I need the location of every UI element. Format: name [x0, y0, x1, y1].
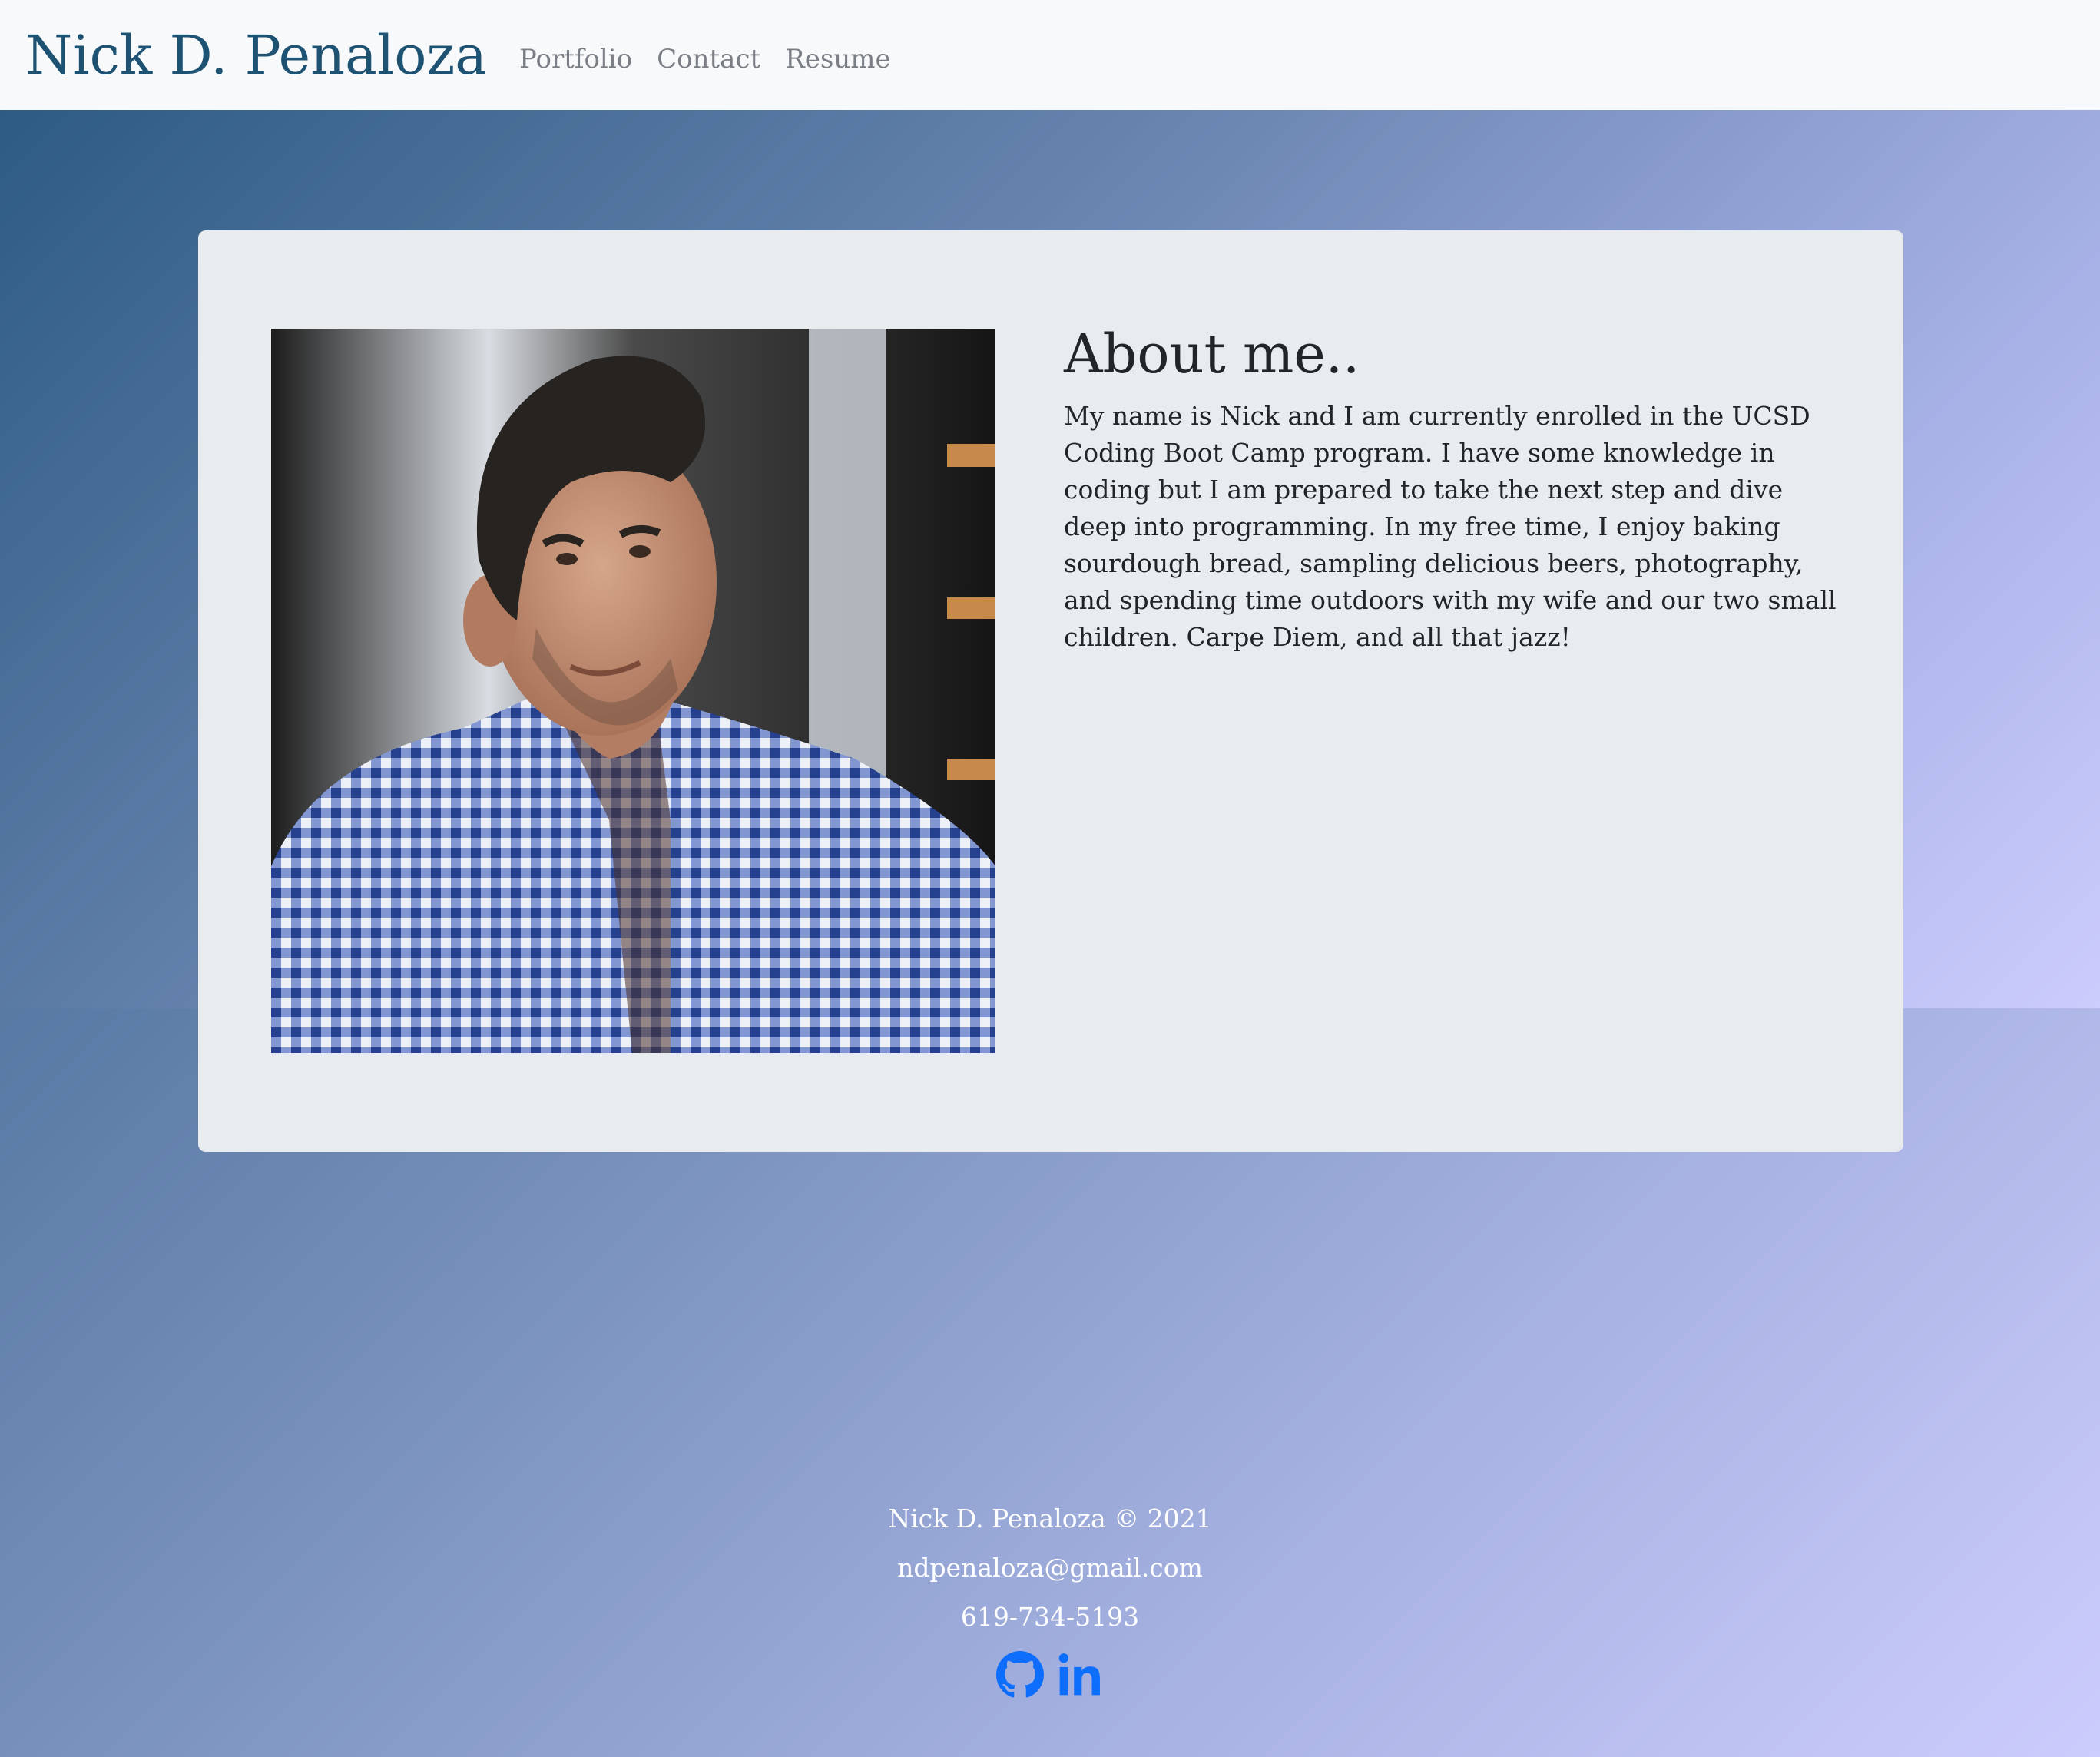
- profile-photo-image: [271, 329, 995, 1053]
- footer-phone[interactable]: 619-734-5193: [0, 1593, 2100, 1642]
- about-card: About me.. My name is Nick and I am curr…: [198, 230, 1903, 1152]
- nav-link-contact[interactable]: Contact: [644, 44, 773, 74]
- navbar: Nick D. Penaloza Portfolio Contact Resum…: [0, 0, 2100, 110]
- nav-link-resume[interactable]: Resume: [773, 44, 903, 74]
- nav-links: Portfolio Contact Resume: [507, 44, 903, 74]
- footer-email[interactable]: ndpenaloza@gmail.com: [0, 1544, 2100, 1593]
- footer: Nick D. Penaloza © 2021 ndpenaloza@gmail…: [0, 1494, 2100, 1705]
- nav-link-portfolio[interactable]: Portfolio: [507, 44, 644, 74]
- about-text: My name is Nick and I am currently enrol…: [1064, 401, 1837, 652]
- linkedin-icon[interactable]: [1056, 1651, 1104, 1705]
- brand-title[interactable]: Nick D. Penaloza: [25, 28, 487, 82]
- github-icon[interactable]: [996, 1651, 1044, 1705]
- about-title: About me..: [1064, 323, 1360, 385]
- social-links: [0, 1651, 2100, 1705]
- profile-photo: [271, 329, 995, 1053]
- footer-copyright: Nick D. Penaloza © 2021: [888, 1504, 1212, 1534]
